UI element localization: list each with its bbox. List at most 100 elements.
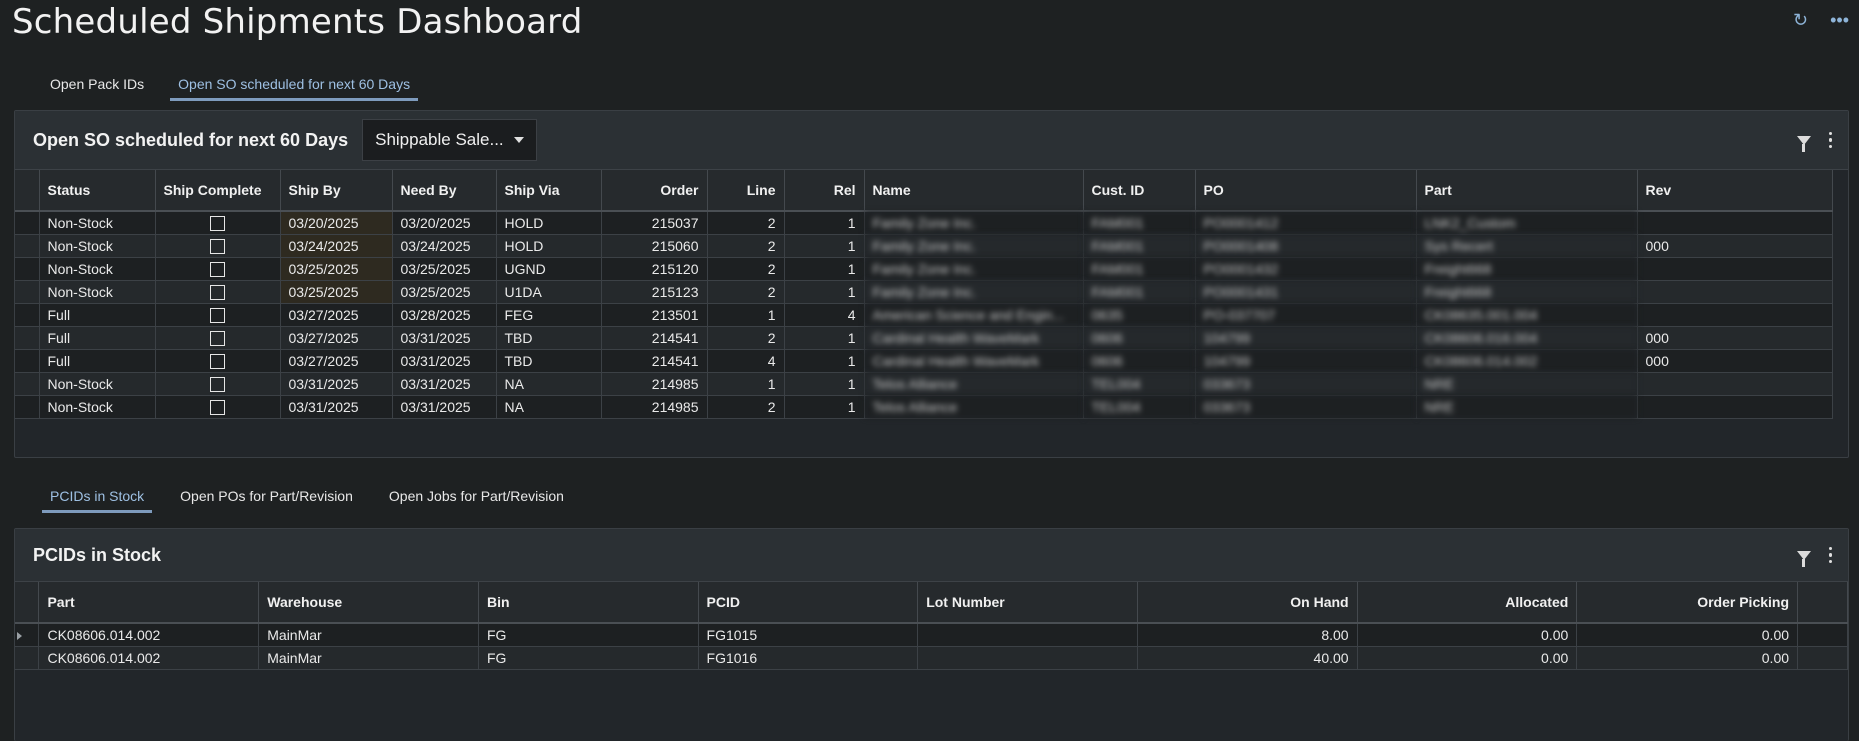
ship-complete-checkbox[interactable] bbox=[210, 307, 225, 323]
row-selector[interactable] bbox=[15, 623, 40, 647]
need-by-cell: 03/31/2025 bbox=[392, 372, 497, 396]
row-selector[interactable] bbox=[15, 349, 40, 373]
ship-complete-checkbox[interactable] bbox=[210, 376, 225, 392]
tab-pcids-in-stock[interactable]: PCIDs in Stock bbox=[42, 484, 153, 513]
row-selector-header bbox=[15, 170, 40, 212]
table-row[interactable]: Non-Stock 03/31/2025 03/31/2025 NA 214985 2 1 T… bbox=[15, 395, 1833, 419]
po-cell: 033673 bbox=[1195, 372, 1417, 396]
ship-complete-checkbox[interactable] bbox=[210, 353, 225, 369]
filter-icon[interactable] bbox=[1796, 135, 1811, 152]
table-row[interactable]: Full 03/27/2025 03/31/2025 TBD 214541 4 1 Cardi… bbox=[15, 349, 1833, 373]
rel-cell: 4 bbox=[784, 303, 865, 327]
column-header[interactable]: Lot Number bbox=[917, 582, 1138, 624]
po-cell: PO0001408 bbox=[1195, 234, 1417, 258]
name-cell: Telos Alliance bbox=[864, 372, 1084, 396]
column-header[interactable]: Warehouse bbox=[258, 582, 479, 624]
ship-complete-checkbox[interactable] bbox=[210, 238, 225, 254]
cust-cell: 0606 bbox=[1083, 349, 1196, 373]
tab-open-so-60-days[interactable]: Open SO scheduled for next 60 Days bbox=[170, 72, 419, 101]
tab-open-pos[interactable]: Open POs for Part/Revision bbox=[172, 484, 361, 513]
column-header[interactable]: Bin bbox=[478, 582, 699, 624]
row-selector[interactable] bbox=[15, 646, 40, 670]
rel-cell: 1 bbox=[784, 326, 865, 350]
rev-cell: 000 bbox=[1637, 234, 1833, 258]
row-selector[interactable] bbox=[15, 326, 40, 350]
tab-open-jobs[interactable]: Open Jobs for Part/Revision bbox=[381, 484, 572, 513]
ship-complete-checkbox[interactable] bbox=[210, 284, 225, 300]
table-row[interactable]: Full 03/27/2025 03/31/2025 TBD 214541 2 1 Cardi… bbox=[15, 326, 1833, 350]
chevron-down-icon bbox=[514, 137, 525, 143]
column-header[interactable]: Need By bbox=[392, 170, 497, 212]
dropdown-value: Shippable Sale... bbox=[375, 130, 504, 149]
column-header[interactable]: PO bbox=[1195, 170, 1417, 212]
column-header[interactable]: Rev bbox=[1637, 170, 1833, 212]
column-header[interactable]: Order Picking bbox=[1576, 582, 1799, 624]
ship-via-cell: NA bbox=[496, 395, 602, 419]
line-cell: 1 bbox=[707, 372, 785, 396]
table-row[interactable]: Full 03/27/2025 03/28/2025 FEG 213501 1 4 Ameri… bbox=[15, 303, 1833, 327]
line-cell: 2 bbox=[707, 395, 785, 419]
column-header[interactable]: Allocated bbox=[1357, 582, 1578, 624]
ship-by-cell: 03/25/2025 bbox=[280, 257, 393, 281]
row-selector[interactable] bbox=[15, 211, 40, 235]
column-header[interactable]: Status bbox=[39, 170, 156, 212]
filter-icon[interactable] bbox=[1796, 550, 1811, 567]
part-cell: CK08606.014.002 bbox=[1416, 349, 1638, 373]
rev-cell bbox=[1637, 303, 1833, 327]
ship-via-cell: NA bbox=[496, 372, 602, 396]
table-row[interactable]: CK08606.014.002 MainMar FG FG1016 40.00 0.00 0… bbox=[15, 646, 1848, 670]
status-cell: Non-Stock bbox=[39, 234, 156, 258]
column-header[interactable]: Name bbox=[864, 170, 1084, 212]
column-header[interactable]: PCID bbox=[698, 582, 919, 624]
column-header[interactable]: Order bbox=[601, 170, 708, 212]
column-header[interactable]: Line bbox=[707, 170, 785, 212]
rel-cell: 1 bbox=[784, 395, 865, 419]
ship-via-cell: UGND bbox=[496, 257, 602, 281]
table-row[interactable]: CK08606.014.002 MainMar FG FG1015 8.00 0.00 0.… bbox=[15, 623, 1848, 647]
row-selector[interactable] bbox=[15, 303, 40, 327]
row-selector[interactable] bbox=[15, 395, 40, 419]
kebab-menu-icon[interactable] bbox=[1828, 131, 1832, 149]
column-header[interactable]: Part bbox=[38, 582, 260, 624]
name-cell: Family Zone Inc. bbox=[864, 234, 1084, 258]
ship-via-cell: FEG bbox=[496, 303, 602, 327]
tab-open-pack-ids[interactable]: Open Pack IDs bbox=[42, 72, 152, 101]
column-header[interactable]: Ship By bbox=[280, 170, 393, 212]
column-header[interactable]: On Hand bbox=[1137, 582, 1358, 624]
po-cell: PO0001431 bbox=[1195, 280, 1417, 304]
ship-complete-checkbox[interactable] bbox=[210, 261, 225, 277]
table-row[interactable]: Non-Stock 03/31/2025 03/31/2025 NA 214985 1 1 T… bbox=[15, 372, 1833, 396]
lot-cell bbox=[917, 623, 1138, 647]
line-cell: 2 bbox=[707, 326, 785, 350]
ship-complete-cell bbox=[155, 211, 281, 235]
row-selector[interactable] bbox=[15, 372, 40, 396]
kebab-menu-icon[interactable] bbox=[1828, 546, 1832, 564]
ship-complete-checkbox[interactable] bbox=[210, 330, 225, 346]
warehouse-cell: MainMar bbox=[258, 623, 479, 647]
ship-via-cell: TBD bbox=[496, 349, 602, 373]
more-icon[interactable]: ••• bbox=[1830, 10, 1849, 31]
po-cell: PO0001412 bbox=[1195, 211, 1417, 235]
order-cell: 214541 bbox=[601, 349, 708, 373]
ship-complete-checkbox[interactable] bbox=[210, 216, 225, 232]
column-header[interactable]: Part bbox=[1416, 170, 1638, 212]
table-row[interactable]: Non-Stock 03/20/2025 03/20/2025 HOLD 215037 2… bbox=[15, 211, 1833, 235]
ship-complete-checkbox[interactable] bbox=[210, 399, 225, 415]
column-header[interactable]: Ship Via bbox=[496, 170, 602, 212]
table-row[interactable]: Non-Stock 03/24/2025 03/24/2025 HOLD 215060 2… bbox=[15, 234, 1833, 258]
view-select-dropdown[interactable]: Shippable Sale... bbox=[362, 119, 538, 161]
column-header[interactable]: Cust. ID bbox=[1083, 170, 1196, 212]
rev-cell bbox=[1637, 257, 1833, 281]
column-header[interactable]: Rel bbox=[784, 170, 865, 212]
row-selector[interactable] bbox=[15, 234, 40, 258]
table-row[interactable]: Non-Stock 03/25/2025 03/25/2025 U1DA 215123 2… bbox=[15, 280, 1833, 304]
column-header[interactable]: Ship Complete bbox=[155, 170, 281, 212]
row-selector[interactable] bbox=[15, 257, 40, 281]
refresh-icon[interactable]: ↻ bbox=[1793, 10, 1808, 31]
status-cell: Full bbox=[39, 349, 156, 373]
table-row[interactable]: Non-Stock 03/25/2025 03/25/2025 UGND 215120 2… bbox=[15, 257, 1833, 281]
row-selector[interactable] bbox=[15, 280, 40, 304]
ship-complete-cell bbox=[155, 326, 281, 350]
rev-cell bbox=[1637, 211, 1833, 235]
cust-cell: FAM001 bbox=[1083, 234, 1196, 258]
